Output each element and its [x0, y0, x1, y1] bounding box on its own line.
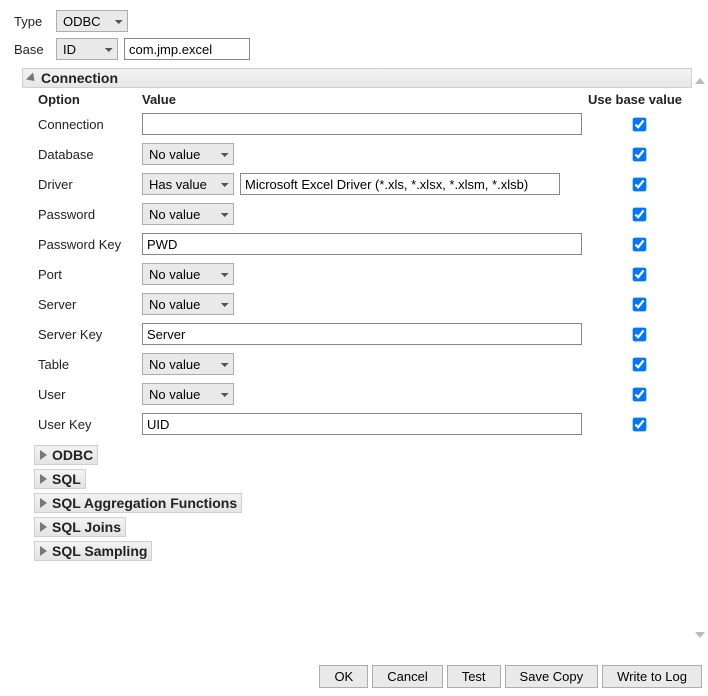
scroll-up-icon — [695, 78, 705, 84]
section-sql-joins-header[interactable]: SQL Joins — [34, 517, 126, 537]
scroll-down-icon — [695, 632, 705, 638]
port-usebase-check[interactable] — [633, 267, 647, 281]
base-select[interactable]: ID — [56, 38, 118, 60]
dialog-root: { "top": { "type_label": "Type", "type_v… — [0, 0, 708, 696]
row-user-label: User — [38, 379, 138, 407]
base-id-input[interactable] — [124, 38, 250, 60]
user-usebase-check[interactable] — [633, 387, 647, 401]
type-label: Type — [14, 14, 56, 29]
row-connection-label: Connection — [38, 109, 138, 137]
row-pwdkey-label: Password Key — [38, 229, 138, 257]
section-sql-joins-title: SQL Joins — [52, 519, 121, 535]
table-select[interactable]: No value — [142, 353, 234, 375]
pwdkey-usebase-check[interactable] — [633, 237, 647, 251]
connection-grid: Option Value Use base value Connection D… — [22, 92, 692, 439]
col-usebase: Use base value — [586, 92, 692, 109]
userkey-usebase-check[interactable] — [633, 417, 647, 431]
section-sql-agg-header[interactable]: SQL Aggregation Functions — [34, 493, 242, 513]
row-userkey-label: User Key — [38, 409, 138, 437]
ok-button[interactable]: OK — [319, 665, 368, 688]
save-copy-button[interactable]: Save Copy — [505, 665, 599, 688]
top-controls: Type ODBC Base ID — [0, 0, 708, 68]
connection-input[interactable] — [142, 113, 582, 135]
content-area: Connection Option Value Use base value C… — [0, 68, 708, 563]
footer-buttons: OK Cancel Test Save Copy Write to Log — [319, 665, 702, 688]
row-database-label: Database — [38, 139, 138, 167]
chevron-right-icon — [40, 450, 47, 460]
section-odbc-title: ODBC — [52, 447, 93, 463]
chevron-right-icon — [40, 474, 47, 484]
base-label: Base — [14, 42, 56, 57]
chevron-right-icon — [40, 498, 47, 508]
col-value: Value — [142, 92, 582, 109]
password-select[interactable]: No value — [142, 203, 234, 225]
cancel-button[interactable]: Cancel — [372, 665, 442, 688]
section-sql-sampling-header[interactable]: SQL Sampling — [34, 541, 152, 561]
driver-select[interactable]: Has value — [142, 173, 234, 195]
section-sql-header[interactable]: SQL — [34, 469, 86, 489]
chevron-down-icon — [26, 72, 38, 84]
user-select[interactable]: No value — [142, 383, 234, 405]
row-password-label: Password — [38, 199, 138, 227]
driver-input[interactable] — [240, 173, 560, 195]
table-usebase-check[interactable] — [633, 357, 647, 371]
test-button[interactable]: Test — [447, 665, 501, 688]
chevron-right-icon — [40, 522, 47, 532]
write-log-button[interactable]: Write to Log — [602, 665, 702, 688]
row-server-label: Server — [38, 289, 138, 317]
connection-usebase-check[interactable] — [633, 117, 647, 131]
col-option: Option — [38, 92, 138, 109]
row-serverkey-label: Server Key — [38, 319, 138, 347]
section-sql-sampling-title: SQL Sampling — [52, 543, 147, 559]
port-select[interactable]: No value — [142, 263, 234, 285]
password-usebase-check[interactable] — [633, 207, 647, 221]
type-select[interactable]: ODBC — [56, 10, 128, 32]
server-usebase-check[interactable] — [633, 297, 647, 311]
database-usebase-check[interactable] — [633, 147, 647, 161]
serverkey-usebase-check[interactable] — [633, 327, 647, 341]
scrollbar[interactable] — [694, 78, 706, 638]
section-connection-header[interactable]: Connection — [22, 68, 692, 88]
database-select[interactable]: No value — [142, 143, 234, 165]
chevron-right-icon — [40, 546, 47, 556]
row-table-label: Table — [38, 349, 138, 377]
section-sql-title: SQL — [52, 471, 81, 487]
pwdkey-input[interactable] — [142, 233, 582, 255]
serverkey-input[interactable] — [142, 323, 582, 345]
section-odbc-header[interactable]: ODBC — [34, 445, 98, 465]
row-port-label: Port — [38, 259, 138, 287]
driver-usebase-check[interactable] — [633, 177, 647, 191]
collapsed-sections: ODBC SQL SQL Aggregation Functions SQL J… — [22, 443, 692, 563]
section-connection-title: Connection — [41, 70, 118, 86]
server-select[interactable]: No value — [142, 293, 234, 315]
userkey-input[interactable] — [142, 413, 582, 435]
row-driver-label: Driver — [38, 169, 138, 197]
section-sql-agg-title: SQL Aggregation Functions — [52, 495, 237, 511]
